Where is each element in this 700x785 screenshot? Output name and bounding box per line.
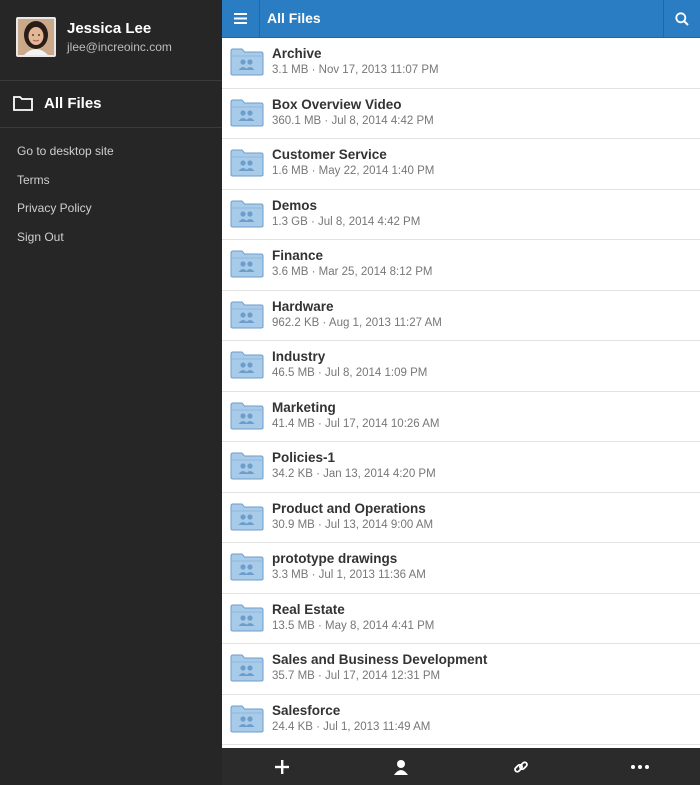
folder-name: Real Estate (272, 601, 345, 617)
sidebar-menu: Go to desktop site Terms Privacy Policy … (0, 128, 222, 257)
shared-folder-icon (230, 351, 264, 384)
file-row[interactable]: Demos 1.3 GB · Jul 8, 2014 4:42 PM (222, 190, 700, 240)
file-row[interactable]: Box Overview Video 360.1 MB · Jul 8, 2014… (222, 89, 700, 139)
sidebar-item-all-files[interactable]: All Files (0, 81, 222, 128)
shared-folder-icon (230, 402, 264, 435)
shared-folder-icon (230, 604, 264, 637)
user-profile: Jessica Lee jlee@increoinc.com (0, 0, 222, 81)
file-row[interactable]: Customer Service 1.6 MB · May 22, 2014 1:… (222, 139, 700, 190)
folder-name: Demos (272, 197, 318, 213)
folder-name: Product and Operations (272, 500, 426, 516)
shared-folder-icon (230, 301, 264, 334)
user-icon (394, 759, 409, 775)
file-row[interactable]: prototype drawings 3.3 MB · Jul 1, 2013 1… (222, 543, 700, 594)
folder-name: Industry (272, 349, 326, 364)
link-icon (513, 760, 528, 773)
file-row[interactable]: Hardware 962.2 KB · Aug 1, 2013 11:27 AM (222, 291, 700, 341)
folder-name: prototype drawings (272, 551, 398, 566)
folder-meta: 360.1 MB · Jul 8, 2014 4:42 PM (272, 114, 434, 127)
folder-name: Sales and Business Development (272, 652, 488, 667)
file-row[interactable]: Product and Operations 30.9 MB · Jul 13, … (222, 493, 700, 543)
folder-meta: 3.1 MB · Nov 17, 2013 11:07 PM (272, 64, 439, 76)
more-button[interactable] (581, 748, 700, 785)
folder-meta: 1.6 MB · May 22, 2014 1:40 PM (272, 165, 435, 177)
folder-meta: 46.5 MB · Jul 8, 2014 1:09 PM (272, 367, 428, 379)
folder-meta: 13.5 MB · May 8, 2014 4:41 PM (272, 619, 435, 632)
shared-folder-icon (230, 48, 264, 81)
shared-folder-icon (230, 250, 264, 283)
collaborators-button[interactable] (342, 748, 462, 785)
folder-meta: 3.6 MB · Mar 25, 2014 8:12 PM (272, 266, 433, 278)
shared-folder-icon (230, 452, 264, 485)
search-icon (675, 11, 689, 26)
folder-meta: 35.7 MB · Jul 17, 2014 12:31 PM (272, 670, 441, 682)
folder-icon (13, 95, 33, 116)
folder-meta: 24.4 KB · Jul 1, 2013 11:49 AM (272, 720, 431, 733)
sidebar: Jessica Lee jlee@increoinc.com All Files… (0, 0, 222, 785)
folder-name: Finance (272, 248, 324, 263)
menu-button[interactable] (222, 0, 260, 37)
go-to-desktop-site-link[interactable]: Go to desktop site (0, 143, 222, 172)
file-row[interactable]: Real Estate 13.5 MB · May 8, 2014 4:41 PM (222, 594, 700, 644)
folder-name: Archive (272, 46, 322, 61)
folder-name: Hardware (272, 298, 334, 314)
folder-meta: 3.3 MB · Jul 1, 2013 11:36 AM (272, 569, 426, 581)
file-row[interactable]: Policies-1 34.2 KB · Jan 13, 2014 4:20 PM (222, 442, 700, 493)
shared-folder-icon (230, 553, 264, 586)
hamburger-icon (234, 13, 247, 24)
shared-folder-icon (230, 654, 264, 687)
folder-meta: 34.2 KB · Jan 13, 2014 4:20 PM (272, 468, 436, 480)
folder-name: Customer Service (272, 147, 387, 162)
header-bar: All Files (222, 0, 700, 38)
add-button[interactable] (222, 748, 342, 785)
folder-meta: 30.9 MB · Jul 13, 2014 9:00 AM (272, 518, 434, 531)
file-row[interactable]: Industry 46.5 MB · Jul 8, 2014 1:09 PM (222, 341, 700, 392)
file-row[interactable]: Sales and Business Development 35.7 MB · … (222, 644, 700, 695)
shared-folder-icon (230, 503, 264, 536)
file-row[interactable]: Archive 3.1 MB · Nov 17, 2013 11:07 PM (222, 38, 700, 89)
terms-link[interactable]: Terms (0, 172, 222, 201)
folder-name: Box Overview Video (272, 96, 402, 112)
more-icon (631, 764, 650, 769)
sign-out-link[interactable]: Sign Out (0, 229, 222, 258)
search-button[interactable] (663, 0, 700, 37)
file-row[interactable]: Salesforce 24.4 KB · Jul 1, 2013 11:49 AM (222, 695, 700, 745)
folder-meta: 1.3 GB · Jul 8, 2014 4:42 PM (272, 215, 421, 228)
privacy-policy-link[interactable]: Privacy Policy (0, 200, 222, 229)
folder-meta: 41.4 MB · Jul 17, 2014 10:26 AM (272, 417, 440, 430)
file-row[interactable]: Finance 3.6 MB · Mar 25, 2014 8:12 PM (222, 240, 700, 291)
share-link-button[interactable] (461, 748, 581, 785)
folder-name: Salesforce (272, 702, 341, 718)
shared-folder-icon (230, 149, 264, 182)
shared-folder-icon (230, 705, 264, 738)
sidebar-item-label: All Files (44, 95, 102, 112)
user-email: jlee@increoinc.com (67, 40, 172, 54)
avatar (16, 17, 56, 57)
plus-icon (274, 759, 289, 774)
folder-name: Marketing (272, 399, 336, 415)
shared-folder-icon (230, 99, 264, 132)
shared-folder-icon (230, 200, 264, 233)
user-name: Jessica Lee (67, 20, 152, 37)
folder-meta: 962.2 KB · Aug 1, 2013 11:27 AM (272, 316, 442, 329)
file-list: Archive 3.1 MB · Nov 17, 2013 11:07 PM Box… (222, 38, 700, 748)
folder-name: Policies-1 (272, 450, 336, 465)
bottom-toolbar (222, 748, 700, 785)
file-row[interactable]: Marketing 41.4 MB · Jul 17, 2014 10:26 AM (222, 392, 700, 442)
page-title: All Files (267, 10, 321, 26)
